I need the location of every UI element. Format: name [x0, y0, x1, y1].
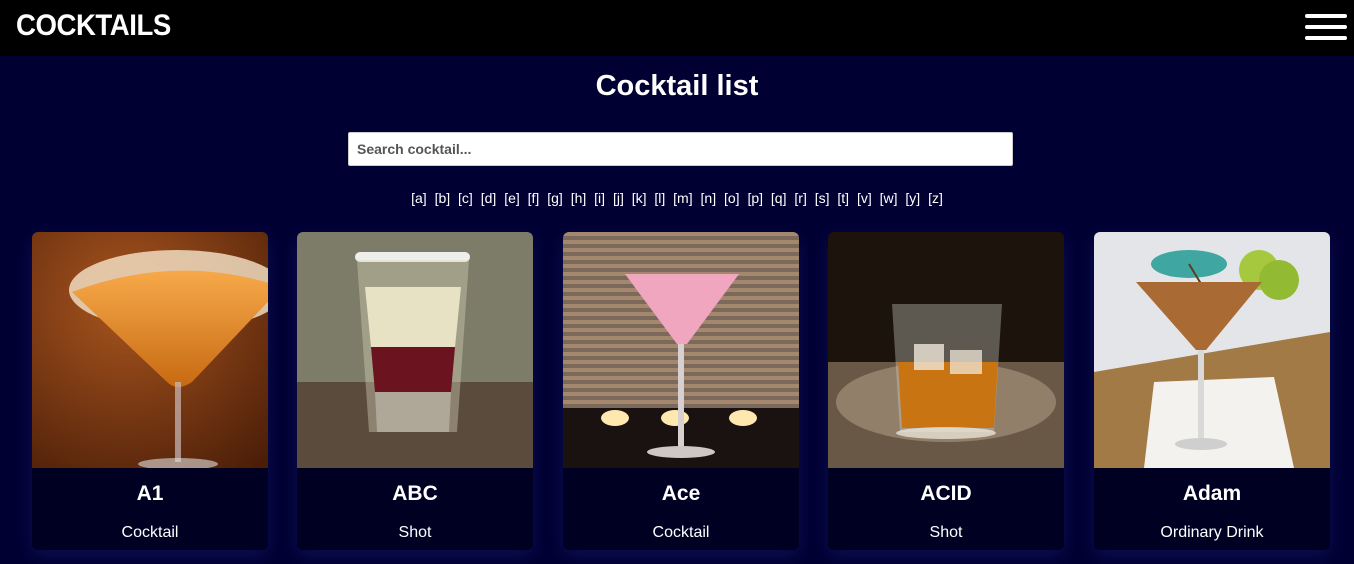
cocktail-category: Shot	[929, 524, 963, 541]
cocktail-name: Adam	[1182, 482, 1242, 505]
cocktail-category: Cocktail	[652, 524, 710, 541]
cocktail-card[interactable]: Adam Ordinary Drink	[1094, 232, 1330, 550]
letter-link-e[interactable]: [e]	[504, 190, 520, 206]
letter-link-c[interactable]: [c]	[458, 190, 473, 206]
letter-link-d[interactable]: [d]	[481, 190, 497, 206]
letter-filter: [a] [b] [c] [d] [e] [f] [g] [h] [i] [j] …	[0, 190, 1354, 206]
letter-link-l[interactable]: [l]	[654, 190, 665, 206]
letter-link-n[interactable]: [n]	[701, 190, 717, 206]
cocktail-image	[1094, 232, 1330, 468]
cocktail-card[interactable]: A1 Cocktail	[32, 232, 268, 550]
letter-link-h[interactable]: [h]	[571, 190, 587, 206]
cocktail-image	[563, 232, 799, 468]
letter-link-r[interactable]: [r]	[794, 190, 806, 206]
letter-link-k[interactable]: [k]	[632, 190, 647, 206]
cocktail-category: Ordinary Drink	[1160, 524, 1264, 541]
cocktail-category: Shot	[398, 524, 432, 541]
cocktail-card[interactable]: ABC Shot	[297, 232, 533, 550]
search-input[interactable]	[348, 132, 1013, 166]
letter-link-f[interactable]: [f]	[528, 190, 540, 206]
cocktail-card[interactable]: Ace Cocktail	[563, 232, 799, 550]
cocktail-category: Cocktail	[121, 524, 179, 541]
menu-bar	[1305, 36, 1347, 40]
cocktail-name: A1	[136, 482, 164, 505]
cocktail-image	[297, 232, 533, 468]
menu-bar	[1305, 14, 1347, 18]
brand-logo[interactable]: COCKTAILS	[16, 9, 171, 43]
letter-link-g[interactable]: [g]	[547, 190, 563, 206]
letter-link-o[interactable]: [o]	[724, 190, 740, 206]
letter-link-i[interactable]: [i]	[594, 190, 605, 206]
cocktail-name: ABC	[392, 482, 438, 505]
letter-link-j[interactable]: [j]	[613, 190, 624, 206]
menu-bar	[1305, 25, 1347, 29]
letter-link-q[interactable]: [q]	[771, 190, 787, 206]
letter-link-v[interactable]: [v]	[857, 190, 872, 206]
letter-link-p[interactable]: [p]	[747, 190, 763, 206]
letter-link-y[interactable]: [y]	[905, 190, 920, 206]
cocktail-name: ACID	[920, 482, 972, 505]
hamburger-menu-icon[interactable]	[1305, 14, 1347, 40]
page-title: Cocktail list	[595, 70, 759, 102]
letter-link-a[interactable]: [a]	[411, 190, 427, 206]
navbar: COCKTAILS	[0, 0, 1354, 56]
letter-link-b[interactable]: [b]	[435, 190, 451, 206]
letter-link-w[interactable]: [w]	[880, 190, 898, 206]
letter-link-t[interactable]: [t]	[837, 190, 849, 206]
letter-link-m[interactable]: [m]	[673, 190, 692, 206]
letter-link-z[interactable]: [z]	[928, 190, 943, 206]
cocktail-name: Ace	[661, 482, 701, 505]
letter-link-s[interactable]: [s]	[815, 190, 830, 206]
cocktail-card[interactable]: ACID Shot	[828, 232, 1064, 550]
cocktail-image	[32, 232, 268, 468]
cocktail-image	[828, 232, 1064, 468]
